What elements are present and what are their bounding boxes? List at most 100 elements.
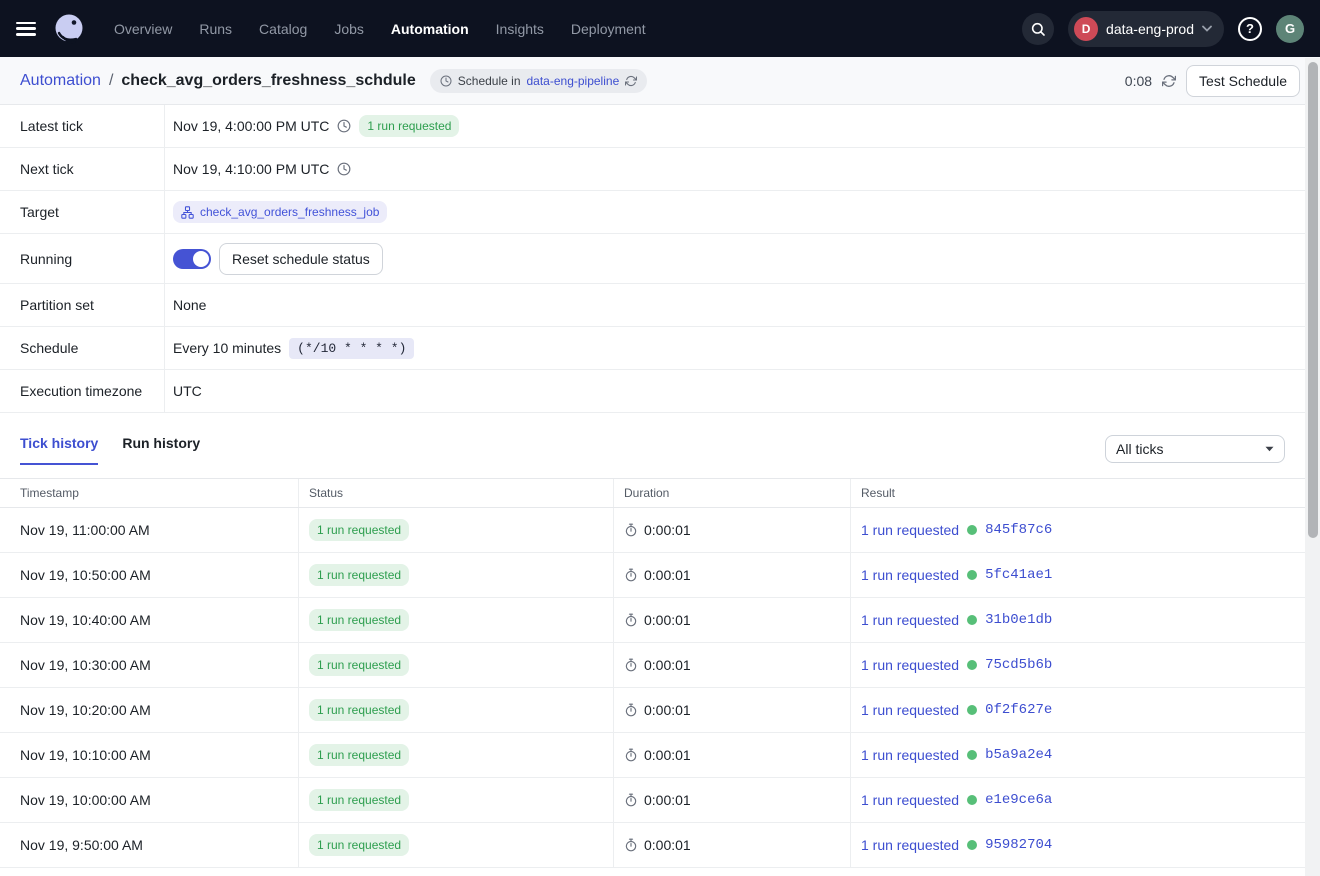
table-row: Nov 19, 10:30:00 AM 1 run requested 0:00…	[0, 643, 1305, 688]
runs-requested-link[interactable]: 1 run requested	[861, 702, 959, 718]
tick-status-badge: 1 run requested	[309, 834, 409, 856]
tick-duration: 0:00:01	[644, 792, 691, 808]
run-id-link[interactable]: 0f2f627e	[985, 702, 1052, 718]
stopwatch-icon	[624, 568, 638, 582]
breadcrumb-separator: /	[109, 72, 113, 90]
detail-label: Target	[0, 191, 165, 233]
runs-requested-link[interactable]: 1 run requested	[861, 837, 959, 853]
menu-icon[interactable]	[16, 22, 36, 36]
tick-status-badge: 1 run requested	[309, 744, 409, 766]
stopwatch-icon	[624, 793, 638, 807]
col-header-status: Status	[299, 479, 614, 507]
nav-item-deployment[interactable]: Deployment	[571, 21, 646, 37]
runs-requested-link[interactable]: 1 run requested	[861, 792, 959, 808]
tab-run-history[interactable]: Run history	[122, 435, 200, 465]
table-row: Nov 19, 10:50:00 AM 1 run requested 0:00…	[0, 553, 1305, 598]
run-status-dot	[967, 660, 977, 670]
run-id-link[interactable]: e1e9ce6a	[985, 792, 1052, 808]
col-header-result: Result	[851, 479, 1305, 507]
partition-set-value: None	[173, 297, 206, 313]
run-id-link[interactable]: 5fc41ae1	[985, 567, 1052, 583]
detail-row-partition-set: Partition set None	[0, 284, 1305, 327]
tick-status-badge: 1 run requested	[309, 789, 409, 811]
col-header-timestamp: Timestamp	[0, 479, 299, 507]
nav-item-overview[interactable]: Overview	[114, 21, 172, 37]
search-icon[interactable]	[1022, 13, 1054, 45]
job-graph-icon	[181, 206, 194, 219]
ticks-filter-value: All ticks	[1116, 441, 1163, 457]
nav-item-automation[interactable]: Automation	[391, 21, 469, 37]
runs-requested-link[interactable]: 1 run requested	[861, 657, 959, 673]
breadcrumb-automation-link[interactable]: Automation	[20, 72, 101, 90]
chevron-down-icon	[1202, 25, 1212, 32]
runs-requested-link[interactable]: 1 run requested	[861, 522, 959, 538]
tick-duration: 0:00:01	[644, 522, 691, 538]
running-toggle[interactable]	[173, 249, 211, 269]
runs-requested-link[interactable]: 1 run requested	[861, 612, 959, 628]
clock-icon	[337, 162, 351, 176]
run-status-dot	[967, 615, 977, 625]
tick-duration: 0:00:01	[644, 747, 691, 763]
run-status-dot	[967, 750, 977, 760]
run-id-link[interactable]: 95982704	[985, 837, 1052, 853]
detail-label: Running	[0, 234, 165, 283]
header-right: 0:08 Test Schedule	[1125, 65, 1300, 97]
detail-label: Schedule	[0, 327, 165, 369]
cron-expression-chip: (*/10 * * * *)	[289, 338, 414, 359]
schedule-details: Latest tick Nov 19, 4:00:00 PM UTC 1 run…	[0, 105, 1305, 413]
run-status-dot	[967, 705, 977, 715]
tick-duration: 0:00:01	[644, 657, 691, 673]
reset-schedule-status-button[interactable]: Reset schedule status	[219, 243, 383, 275]
deployment-name: data-eng-prod	[1106, 21, 1194, 37]
table-row: Nov 19, 10:00:00 AM 1 run requested 0:00…	[0, 778, 1305, 823]
table-row: Nov 19, 10:10:00 AM 1 run requested 0:00…	[0, 733, 1305, 778]
detail-label: Execution timezone	[0, 370, 165, 412]
detail-row-running: Running Reset schedule status	[0, 234, 1305, 284]
user-avatar[interactable]: G	[1276, 15, 1304, 43]
run-id-link[interactable]: 75cd5b6b	[985, 657, 1052, 673]
ticks-filter-select[interactable]: All ticks	[1105, 435, 1285, 463]
tick-timestamp: Nov 19, 10:10:00 AM	[0, 733, 299, 777]
run-id-link[interactable]: 31b0e1db	[985, 612, 1052, 628]
latest-tick-status-badge: 1 run requested	[359, 115, 459, 137]
detail-row-schedule: Schedule Every 10 minutes (*/10 * * * *)	[0, 327, 1305, 370]
refresh-icon[interactable]	[1162, 74, 1176, 88]
schedule-description: Every 10 minutes	[173, 340, 281, 356]
detail-label: Next tick	[0, 148, 165, 190]
tick-duration: 0:00:01	[644, 612, 691, 628]
tick-timestamp: Nov 19, 10:30:00 AM	[0, 643, 299, 687]
run-id-link[interactable]: b5a9a2e4	[985, 747, 1052, 763]
pipeline-link[interactable]: data-eng-pipeline	[527, 74, 620, 88]
tick-status-badge: 1 run requested	[309, 609, 409, 631]
runs-requested-link[interactable]: 1 run requested	[861, 567, 959, 583]
table-row: Nov 19, 10:40:00 AM 1 run requested 0:00…	[0, 598, 1305, 643]
target-job-link[interactable]: check_avg_orders_freshness_job	[173, 201, 387, 223]
runs-requested-link[interactable]: 1 run requested	[861, 747, 959, 763]
tick-timestamp: Nov 19, 9:50:00 AM	[0, 823, 299, 867]
tick-history-table: Timestamp Status Duration Result Nov 19,…	[0, 478, 1305, 868]
test-schedule-button[interactable]: Test Schedule	[1186, 65, 1300, 97]
nav-item-catalog[interactable]: Catalog	[259, 21, 307, 37]
detail-row-target: Target check_avg_orders_freshness_job	[0, 191, 1305, 234]
page-title: check_avg_orders_freshness_schdule	[121, 72, 415, 90]
dagster-logo-icon[interactable]	[50, 10, 88, 48]
nav-item-jobs[interactable]: Jobs	[334, 21, 364, 37]
stopwatch-icon	[624, 658, 638, 672]
table-row: Nov 19, 10:20:00 AM 1 run requested 0:00…	[0, 688, 1305, 733]
detail-row-latest-tick: Latest tick Nov 19, 4:00:00 PM UTC 1 run…	[0, 105, 1305, 148]
detail-label: Partition set	[0, 284, 165, 326]
scrollbar[interactable]	[1308, 62, 1318, 538]
tab-tick-history[interactable]: Tick history	[20, 435, 98, 465]
nav-item-runs[interactable]: Runs	[199, 21, 232, 37]
tick-timestamp: Nov 19, 10:40:00 AM	[0, 598, 299, 642]
run-id-link[interactable]: 845f87c6	[985, 522, 1052, 538]
tick-duration: 0:00:01	[644, 837, 691, 853]
run-status-dot	[967, 570, 977, 580]
help-icon[interactable]: ?	[1238, 17, 1262, 41]
run-status-dot	[967, 525, 977, 535]
page-header: Automation / check_avg_orders_freshness_…	[0, 57, 1320, 105]
deployment-switcher[interactable]: D data-eng-prod	[1068, 11, 1224, 47]
schedule-location-badge: Schedule in data-eng-pipeline	[430, 69, 647, 93]
nav-item-insights[interactable]: Insights	[496, 21, 544, 37]
tick-status-badge: 1 run requested	[309, 519, 409, 541]
